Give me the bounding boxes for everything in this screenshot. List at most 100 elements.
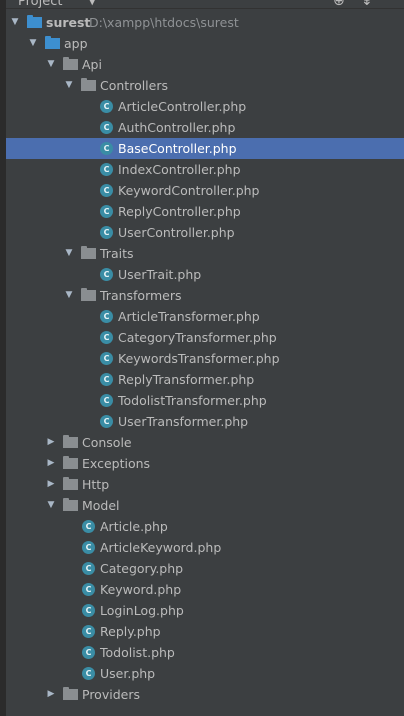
folder-icon [63, 435, 78, 448]
tree-node-console[interactable]: ▶ Console [6, 432, 404, 453]
tree-file[interactable]: C KeywordsTransformer.php [6, 348, 404, 369]
folder-label: Providers [82, 687, 140, 702]
folder-icon [63, 456, 78, 469]
php-file-icon: C [100, 163, 113, 176]
tree-file[interactable]: C ArticleKeyword.php [6, 537, 404, 558]
chevron-down-icon[interactable]: ▼ [63, 285, 75, 306]
folder-label: Traits [100, 246, 134, 261]
tree-file[interactable]: C AuthController.php [6, 117, 404, 138]
tree-file[interactable]: C Article.php [6, 516, 404, 537]
tree-node-transformers[interactable]: ▼ Transformers [6, 285, 404, 306]
file-label: Reply.php [100, 624, 161, 639]
file-label: User.php [100, 666, 156, 681]
file-label: KeywordsTransformer.php [118, 351, 280, 366]
php-file-icon: C [100, 226, 113, 239]
php-file-icon: C [100, 184, 113, 197]
root-path: D:\xampp\htdocs\surest [89, 15, 239, 30]
chevron-right-icon[interactable]: ▶ [45, 474, 57, 495]
file-label: BaseController.php [118, 141, 237, 156]
chevron-down-icon[interactable]: ▼ [88, 0, 96, 7]
tree-file[interactable]: C LoginLog.php [6, 600, 404, 621]
tree-file[interactable]: C ArticleTransformer.php [6, 306, 404, 327]
php-file-icon: C [100, 352, 113, 365]
php-file-icon: C [100, 310, 113, 323]
tree-file[interactable]: C ArticleController.php [6, 96, 404, 117]
php-file-icon: C [82, 667, 95, 680]
php-file-icon: C [82, 541, 95, 554]
folder-icon [81, 288, 96, 301]
php-file-icon: C [100, 142, 113, 155]
chevron-down-icon[interactable]: ▼ [63, 75, 75, 96]
file-label: LoginLog.php [100, 603, 184, 618]
tree-node-traits[interactable]: ▼ Traits [6, 243, 404, 264]
tree-file[interactable]: C Reply.php [6, 621, 404, 642]
php-file-icon: C [100, 373, 113, 386]
chevron-down-icon[interactable]: ▼ [63, 243, 75, 264]
file-label: IndexController.php [118, 162, 241, 177]
tree-file[interactable]: C Todolist.php [6, 642, 404, 663]
folder-icon [81, 78, 96, 91]
folder-icon [63, 498, 78, 511]
tree-node-surest[interactable]: ▼ surest D:\xampp\htdocs\surest [6, 12, 404, 33]
tree-node-http[interactable]: ▶ Http [6, 474, 404, 495]
file-label: KeywordController.php [118, 183, 260, 198]
chevron-down-icon[interactable]: ▼ [27, 33, 39, 54]
tree-file[interactable]: C TodolistTransformer.php [6, 390, 404, 411]
folder-icon [45, 36, 60, 49]
tree-node-app[interactable]: ▼ app [6, 33, 404, 54]
tree-node-providers[interactable]: ▶ Providers [6, 684, 404, 705]
file-label: Keyword.php [100, 582, 182, 597]
php-file-icon: C [100, 100, 113, 113]
tree-file[interactable]: C UserTrait.php [6, 264, 404, 285]
folder-label: Exceptions [82, 456, 151, 471]
collapse-all-icon[interactable]: ⇟ [361, 0, 373, 8]
tree-file[interactable]: C Keyword.php [6, 579, 404, 600]
tree-file[interactable]: C IndexController.php [6, 159, 404, 180]
php-file-icon: C [100, 268, 113, 281]
folder-icon [63, 57, 78, 70]
file-label: Category.php [100, 561, 184, 576]
tree-file[interactable]: C ReplyController.php [6, 201, 404, 222]
chevron-right-icon[interactable]: ▶ [45, 453, 57, 474]
file-label: UserTransformer.php [118, 414, 249, 429]
crosshair-icon[interactable]: ⊕ [333, 0, 345, 8]
folder-icon [63, 687, 78, 700]
project-panel-header: Project ▼ ⊕ ⇟ [6, 0, 404, 9]
panel-title[interactable]: Project [18, 0, 62, 8]
file-label: AuthController.php [118, 120, 236, 135]
php-file-icon: C [82, 604, 95, 617]
chevron-right-icon[interactable]: ▶ [45, 684, 57, 705]
file-label: ArticleTransformer.php [118, 309, 260, 324]
php-file-icon: C [82, 562, 95, 575]
file-label: ReplyController.php [118, 204, 241, 219]
folder-label: Http [82, 477, 110, 492]
folder-label: Console [82, 435, 132, 450]
tree-node-model[interactable]: ▼ Model [6, 495, 404, 516]
file-label: TodolistTransformer.php [118, 393, 267, 408]
chevron-down-icon[interactable]: ▼ [45, 495, 57, 516]
tree-file[interactable]: C UserController.php [6, 222, 404, 243]
php-file-icon: C [100, 331, 113, 344]
tree-node-controllers[interactable]: ▼ Controllers [6, 75, 404, 96]
tree-file[interactable]: C CategoryTransformer.php [6, 327, 404, 348]
module-folder-icon [27, 15, 42, 28]
file-label: CategoryTransformer.php [118, 330, 277, 345]
tree-node-exceptions[interactable]: ▶ Exceptions [6, 453, 404, 474]
tree-file-selected[interactable]: C BaseController.php [6, 138, 404, 159]
folder-label: Controllers [100, 78, 168, 93]
file-label: ArticleKeyword.php [100, 540, 222, 555]
tree-file[interactable]: C UserTransformer.php [6, 411, 404, 432]
tree-file[interactable]: C ReplyTransformer.php [6, 369, 404, 390]
tree-file[interactable]: C User.php [6, 663, 404, 684]
chevron-down-icon[interactable]: ▼ [9, 12, 21, 33]
chevron-right-icon[interactable]: ▶ [45, 432, 57, 453]
php-file-icon: C [100, 415, 113, 428]
chevron-down-icon[interactable]: ▼ [45, 54, 57, 75]
file-label: UserController.php [118, 225, 235, 240]
php-file-icon: C [100, 205, 113, 218]
tree-node-api[interactable]: ▼ Api [6, 54, 404, 75]
tree-file[interactable]: C KeywordController.php [6, 180, 404, 201]
tree-file[interactable]: C Category.php [6, 558, 404, 579]
folder-icon [63, 477, 78, 490]
project-tree: ▼ surest D:\xampp\htdocs\surest ▼ app ▼ … [6, 12, 404, 705]
